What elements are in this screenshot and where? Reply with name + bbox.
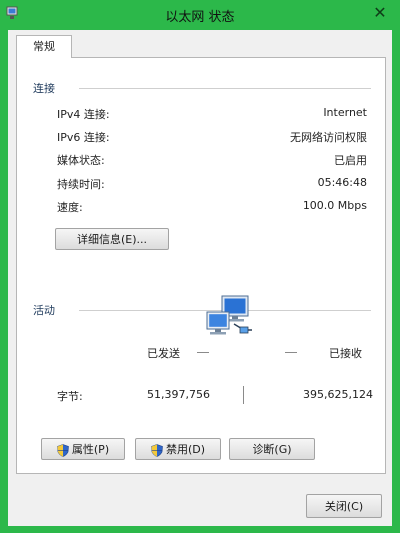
bytes-label: 字节: xyxy=(57,390,83,403)
properties-button[interactable]: 属性(P) xyxy=(41,438,125,460)
uac-shield-icon xyxy=(151,443,163,457)
title-bar[interactable]: 以太网 状态 ✕ xyxy=(0,0,400,30)
ipv6-label: IPv6 连接: xyxy=(57,131,110,144)
speed-value: 100.0 Mbps xyxy=(302,199,367,212)
properties-button-label: 属性(P) xyxy=(71,443,110,456)
details-button[interactable]: 详细信息(E)... xyxy=(55,228,169,250)
uac-shield-icon xyxy=(57,443,69,457)
bytes-received-value: 395,625,124 xyxy=(303,388,373,401)
sent-label: 已发送 xyxy=(147,347,180,360)
ethernet-status-window: 以太网 状态 ✕ 常规 连接 IPv4 连接: Internet IPv6 连接… xyxy=(0,0,400,533)
general-tab-panel: 连接 IPv4 连接: Internet IPv6 连接: 无网络访问权限 媒体… xyxy=(16,57,386,474)
close-window-button[interactable]: ✕ xyxy=(366,2,394,24)
received-connector xyxy=(285,352,297,353)
sent-connector xyxy=(197,352,209,353)
close-button[interactable]: 关闭(C) xyxy=(306,494,382,518)
network-computers-icon xyxy=(206,295,252,335)
window-title: 以太网 状态 xyxy=(165,10,235,25)
connection-group-divider xyxy=(79,88,371,89)
received-label: 已接收 xyxy=(329,347,362,360)
media-state-label: 媒体状态: xyxy=(57,154,105,167)
speed-label: 速度: xyxy=(57,201,83,214)
activity-group-label: 活动 xyxy=(33,304,55,317)
duration-value: 05:46:48 xyxy=(317,176,367,189)
disable-button[interactable]: 禁用(D) xyxy=(135,438,221,460)
ipv4-label: IPv4 连接: xyxy=(57,108,110,121)
dialog-client-area: 常规 连接 IPv4 连接: Internet IPv6 连接: 无网络访问权限… xyxy=(8,30,392,526)
connection-group-label: 连接 xyxy=(33,82,55,95)
duration-label: 持续时间: xyxy=(57,178,105,191)
bytes-divider xyxy=(243,386,244,404)
media-state-value: 已启用 xyxy=(334,154,367,167)
disable-button-label: 禁用(D) xyxy=(165,443,206,456)
ipv4-value: Internet xyxy=(323,106,367,119)
tab-general[interactable]: 常规 xyxy=(16,35,72,58)
bytes-sent-value: 51,397,756 xyxy=(147,388,210,401)
diagnose-button[interactable]: 诊断(G) xyxy=(229,438,315,460)
ipv6-value: 无网络访问权限 xyxy=(290,131,367,144)
